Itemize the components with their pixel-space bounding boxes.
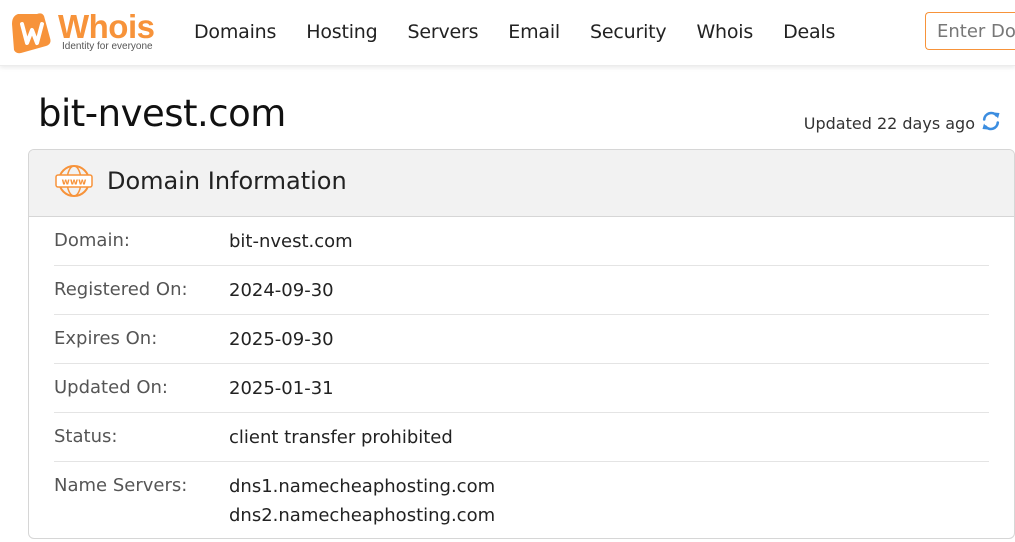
nav-deals[interactable]: Deals — [783, 21, 835, 43]
row-value: client transfer prohibited — [229, 423, 453, 461]
info-row-updated-on: Updated On: 2025-01-31 — [54, 364, 989, 413]
info-row-name-servers: Name Servers: dns1.namecheaphosting.com … — [54, 462, 989, 530]
nav-security[interactable]: Security — [590, 21, 667, 43]
info-row-status: Status: client transfer prohibited — [54, 413, 989, 462]
www-icon: www — [55, 165, 93, 197]
logo-tagline: Identity for everyone — [62, 41, 153, 52]
domain-value: bit-nvest.com — [229, 231, 353, 252]
updated-on-value: 2025-01-31 — [229, 378, 334, 399]
row-label: Registered On: — [54, 279, 188, 300]
info-rows: Domain: bit-nvest.com Registered On: 202… — [29, 217, 1014, 530]
logo-mark-icon — [12, 13, 51, 54]
domain-information-card: www Domain Information Domain: bit-nvest… — [28, 149, 1015, 539]
row-value: bit-nvest.com — [229, 227, 353, 265]
main-nav: Domains Hosting Servers Email Security W… — [194, 0, 865, 64]
nav-domains[interactable]: Domains — [194, 21, 276, 43]
info-row-domain: Domain: bit-nvest.com — [54, 217, 989, 266]
updated-text: Updated 22 days ago — [803, 113, 975, 133]
expires-on-value: 2025-09-30 — [229, 329, 334, 350]
row-label: Updated On: — [54, 377, 168, 398]
row-label: Domain: — [54, 230, 130, 251]
card-header: www Domain Information — [29, 150, 1014, 217]
info-row-registered-on: Registered On: 2024-09-30 — [54, 266, 989, 315]
page-title: bit-nvest.com — [38, 92, 286, 135]
top-navbar: Whois Identity for everyone Domains Host… — [0, 0, 1015, 66]
nav-email[interactable]: Email — [508, 21, 560, 43]
row-value: 2024-09-30 — [229, 276, 334, 314]
nav-servers[interactable]: Servers — [407, 21, 478, 43]
row-value: 2025-09-30 — [229, 325, 334, 363]
name-server-2: dns2.namecheaphosting.com — [229, 505, 496, 526]
name-server-1: dns1.namecheaphosting.com — [229, 476, 496, 497]
nav-whois[interactable]: Whois — [696, 21, 753, 43]
row-label: Expires On: — [54, 328, 158, 349]
row-label: Name Servers: — [54, 475, 188, 496]
info-row-expires-on: Expires On: 2025-09-30 — [54, 315, 989, 364]
nav-hosting[interactable]: Hosting — [306, 21, 377, 43]
row-value: dns1.namecheaphosting.com dns2.namecheap… — [229, 472, 495, 530]
row-label: Status: — [54, 426, 118, 447]
row-value: 2025-01-31 — [229, 374, 334, 412]
svg-text:www: www — [62, 178, 87, 188]
domain-search-input[interactable] — [925, 12, 1015, 50]
updated-status: Updated 22 days ago — [804, 110, 1001, 136]
card-title: Domain Information — [107, 167, 347, 195]
registered-on-value: 2024-09-30 — [229, 280, 334, 301]
status-value: client transfer prohibited — [229, 427, 453, 448]
refresh-icon[interactable] — [981, 110, 1001, 136]
whois-logo[interactable]: Whois Identity for everyone — [8, 8, 163, 56]
